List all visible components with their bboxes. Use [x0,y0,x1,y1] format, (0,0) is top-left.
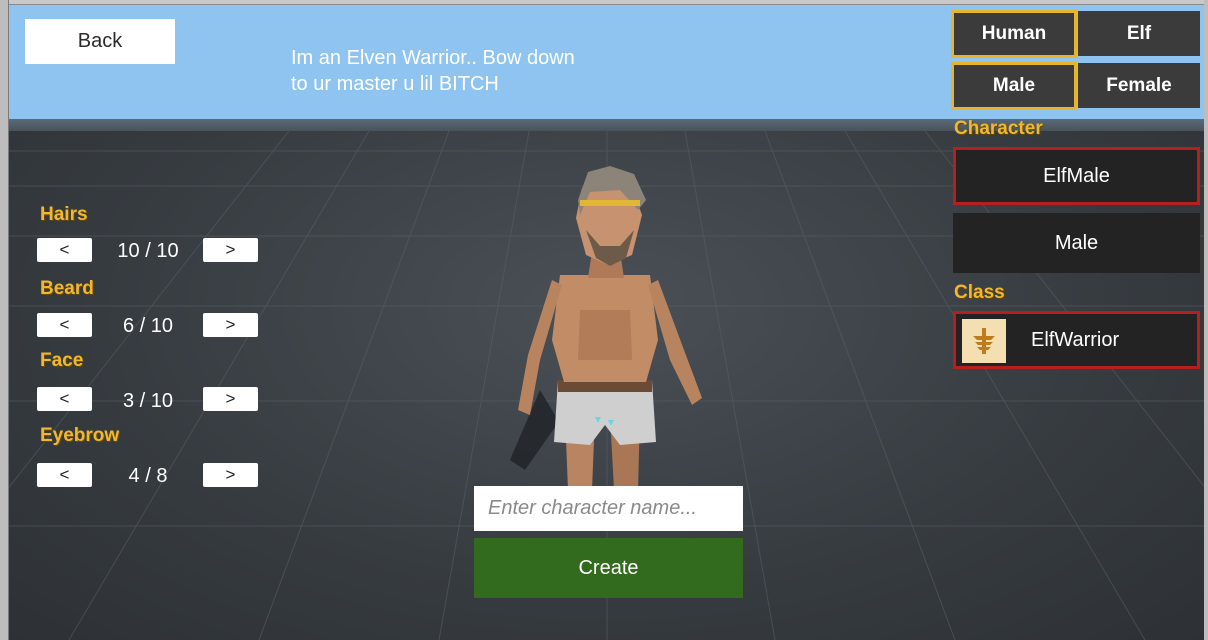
character-model-name: ElfMale [1043,164,1110,187]
hairs-prev-button[interactable]: < [37,238,92,262]
face-next-button[interactable]: > [203,387,258,411]
character-section-label: Character [954,118,1043,139]
beard-label: Beard [40,278,94,299]
hairs-label: Hairs [40,204,88,225]
hairs-next-button[interactable]: > [203,238,258,262]
race-human-toggle[interactable]: Human [951,10,1077,58]
beard-counter: 6 / 10 [122,315,174,337]
back-button[interactable]: Back [25,19,175,64]
beard-prev-button[interactable]: < [37,313,92,337]
create-button[interactable]: Create [474,538,743,598]
editor-right-strip [1204,0,1208,640]
eyebrow-next-button[interactable]: > [203,463,258,487]
character-model-select[interactable]: ElfMale [953,147,1200,205]
face-label: Face [40,350,84,371]
face-prev-button[interactable]: < [37,387,92,411]
gender-female-toggle[interactable]: Female [1078,63,1200,108]
editor-left-strip [0,0,9,640]
eyebrow-prev-button[interactable]: < [37,463,92,487]
race-elf-toggle[interactable]: Elf [1078,11,1200,56]
gender-male-toggle[interactable]: Male [951,62,1077,110]
character-model [510,166,702,490]
eyebrow-label: Eyebrow [40,425,120,446]
character-name-input[interactable] [474,486,743,531]
beard-next-button[interactable]: > [203,313,258,337]
character-gender-display: Male [953,213,1200,273]
character-gender-text: Male [1054,231,1099,254]
flavor-text: Im an Elven Warrior.. Bow down to ur mas… [291,47,575,95]
class-name: ElfWarrior [1031,328,1120,351]
class-select[interactable]: ElfWarrior [953,311,1200,369]
class-section-label: Class [954,282,1005,303]
eyebrow-counter: 4 / 8 [128,465,168,487]
face-counter: 3 / 10 [122,390,174,412]
hairs-counter: 10 / 10 [117,240,179,262]
warrior-class-icon [962,319,1006,363]
